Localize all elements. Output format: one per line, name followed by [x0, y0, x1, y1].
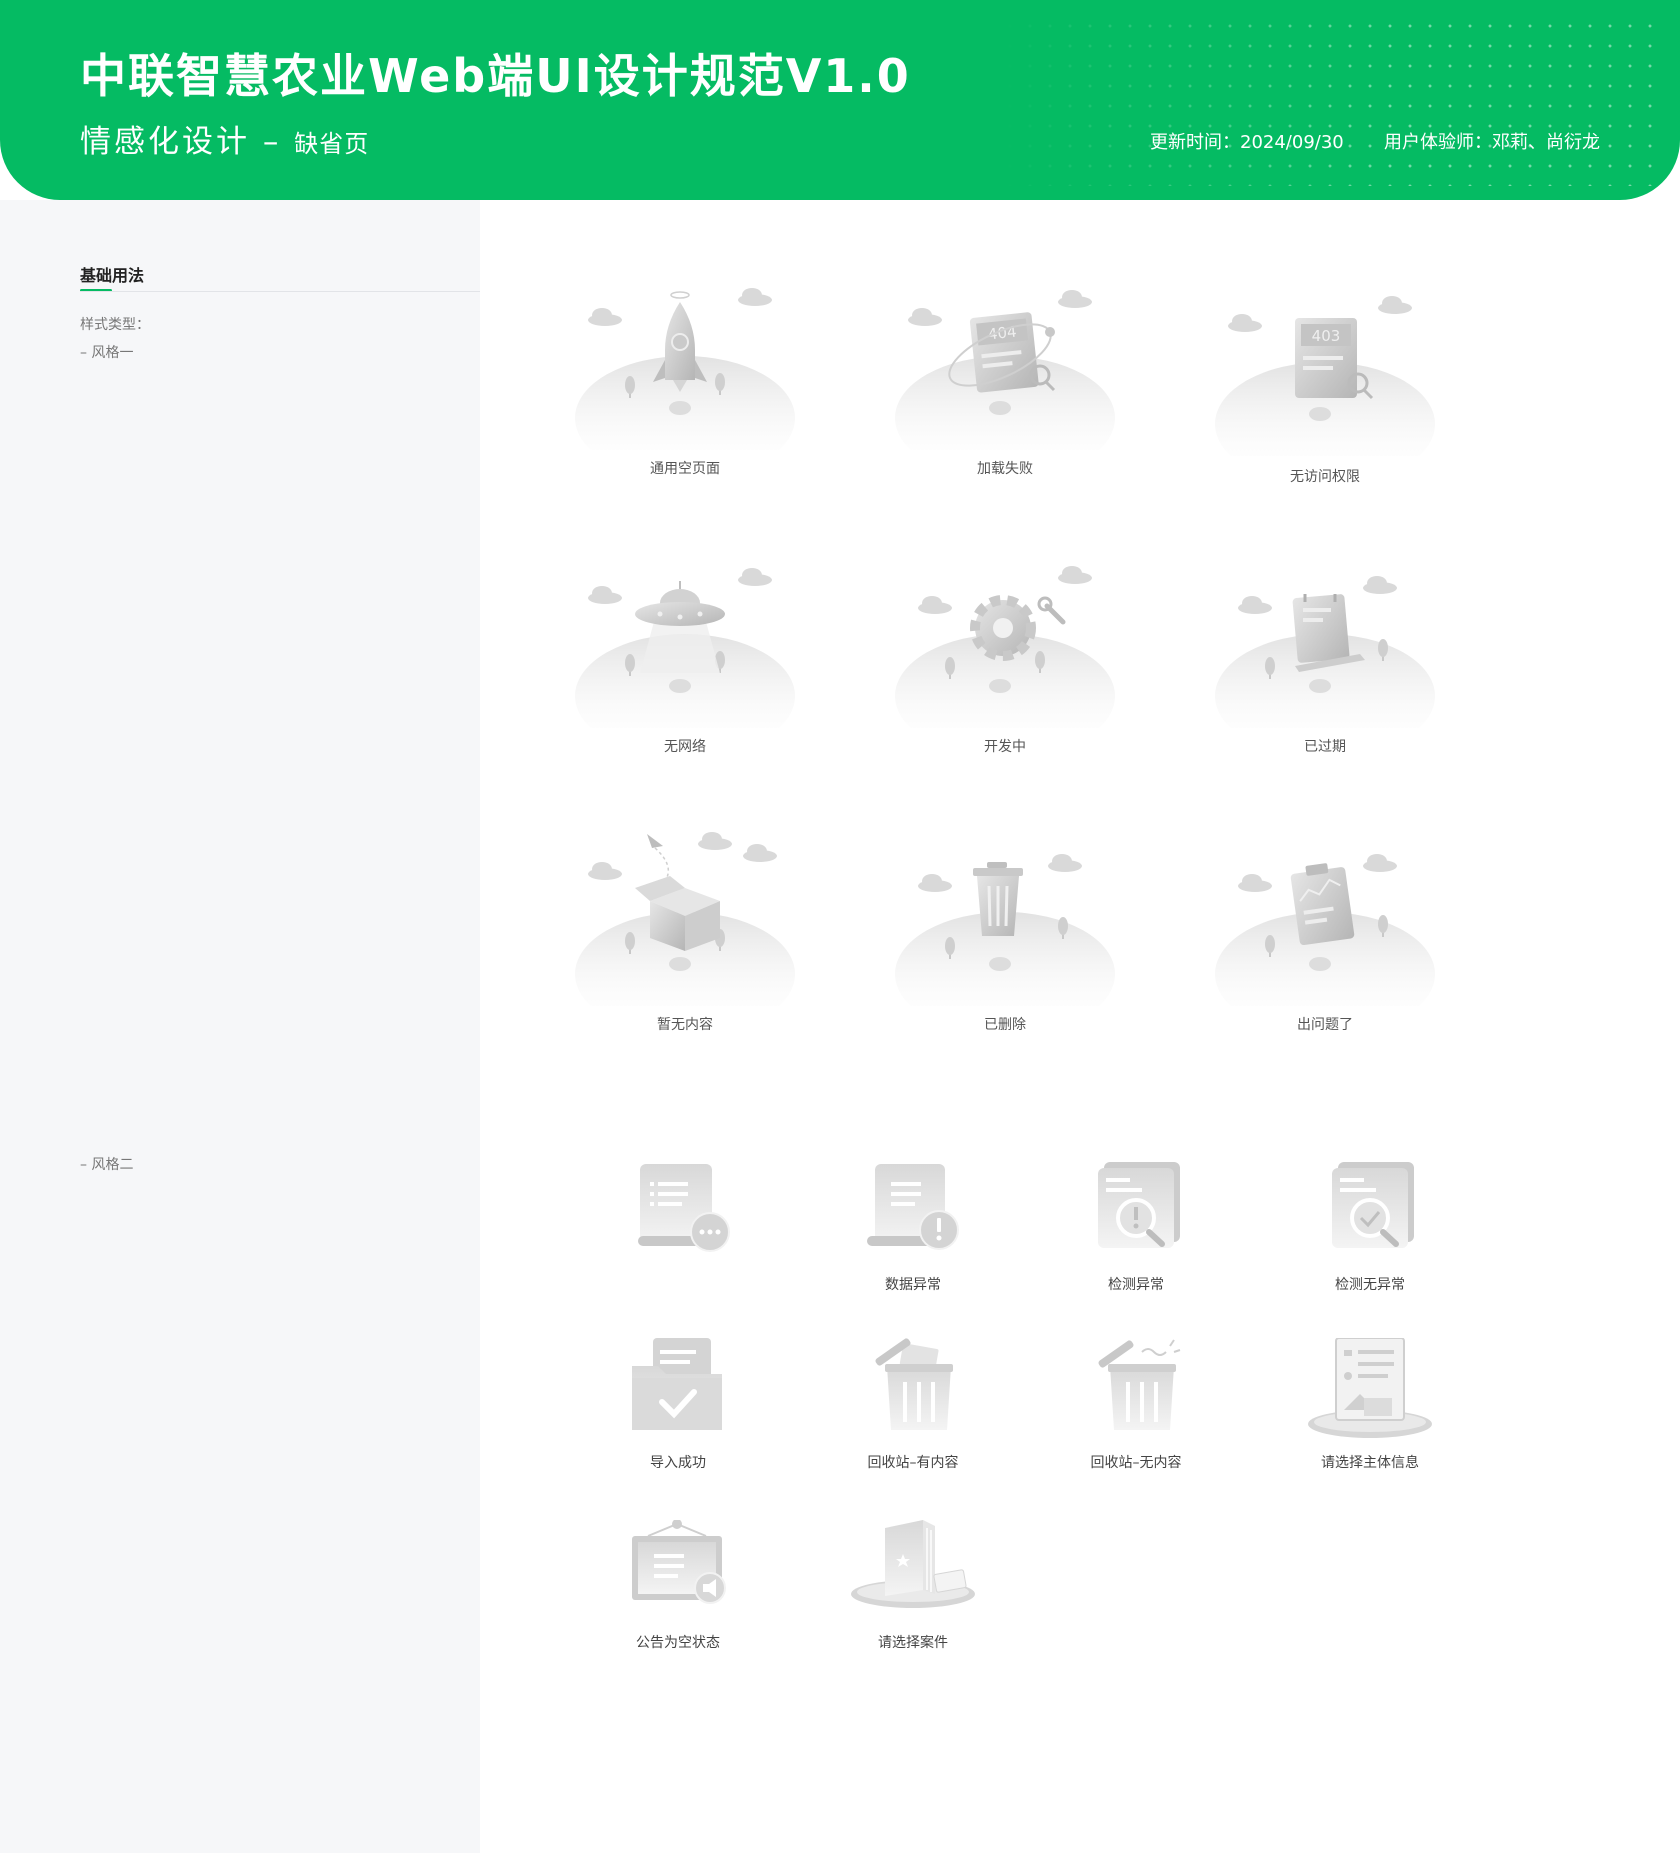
empty-state-recycle-full: 回收站–有内容: [823, 1338, 1003, 1508]
error-403-icon: 403: [1215, 296, 1435, 456]
scroll-warning-icon: [867, 1164, 959, 1250]
calendar-expired-icon: [1215, 576, 1435, 728]
empty-state-no-network: 无网络: [555, 548, 815, 778]
empty-state-inspect-error: 检测异常: [1046, 1160, 1226, 1330]
inspect-warning-icon: [1098, 1162, 1180, 1248]
label-data-error: 数据异常: [885, 1277, 941, 1293]
label-select-subject: 请选择主体信息: [1321, 1455, 1419, 1471]
label-no-network: 无网络: [664, 739, 706, 755]
empty-state-in-development: 开发中: [875, 548, 1135, 778]
subtitle-secondary: 缺省页: [294, 130, 370, 158]
profile-document-icon: [1308, 1338, 1432, 1438]
label-deleted: 已删除: [984, 1017, 1026, 1033]
empty-state-no-content: 暂无内容: [555, 826, 815, 1056]
badge-404: 404: [987, 323, 1017, 344]
empty-state-notice-empty: 公告为空状态: [588, 1520, 768, 1690]
label-no-content: 暂无内容: [657, 1017, 713, 1033]
rocket-icon: [575, 288, 795, 450]
folder-check-icon: [632, 1338, 722, 1430]
label-notice-empty: 公告为空状态: [636, 1635, 720, 1651]
empty-state-import-success: 导入成功: [588, 1338, 768, 1508]
open-box-icon: [575, 832, 795, 1006]
scroll-more-icon: [638, 1164, 730, 1252]
empty-state-deleted: 已删除: [875, 826, 1135, 1056]
label-in-development: 开发中: [984, 739, 1026, 755]
badge-403: 403: [1312, 327, 1341, 345]
empty-state-inspect-ok: 检测无异常: [1280, 1160, 1460, 1330]
divider: [80, 291, 480, 292]
section-title-basic-usage[interactable]: 基础用法: [80, 262, 144, 286]
sidebar: 基础用法 样式类型： – 风格一 – 风格二: [0, 200, 480, 1853]
label-general-empty: 通用空页面: [650, 461, 720, 477]
subtitle-main: 情感化设计 –: [80, 124, 282, 160]
empty-state-general: 通用空页面: [555, 270, 815, 500]
trash-can-icon: [895, 854, 1115, 1006]
label-load-failed: 加载失败: [977, 461, 1033, 477]
style-type-label: 样式类型：: [80, 317, 150, 333]
empty-state-select-subject: 请选择主体信息: [1280, 1338, 1460, 1508]
empty-state-data-error: 数据异常: [823, 1160, 1003, 1330]
empty-state-recycle-empty: 回收站–无内容: [1046, 1338, 1226, 1508]
error-404-icon: 404: [895, 290, 1115, 450]
update-time: 更新时间：2024/09/30: [1150, 132, 1344, 153]
label-error: 出问题了: [1297, 1017, 1353, 1033]
label-recycle-empty: 回收站–无内容: [1090, 1455, 1182, 1471]
ufo-icon: [575, 568, 795, 728]
style-one-label: – 风格一: [80, 345, 134, 361]
label-expired: 已过期: [1304, 739, 1346, 755]
notice-board-icon: [632, 1520, 726, 1604]
empty-state-error: 出问题了: [1195, 826, 1455, 1056]
label-import-success: 导入成功: [650, 1455, 706, 1471]
empty-state-style2-more: [592, 1160, 772, 1330]
recycle-bin-full-icon: [875, 1338, 953, 1430]
page-header: 中联智慧农业Web端UI设计规范V1.0 情感化设计 – 缺省页 更新时间：20…: [0, 0, 1680, 200]
style-two-label: – 风格二: [80, 1157, 134, 1173]
page-subtitle: 情感化设计 – 缺省页: [80, 116, 369, 161]
dot-pattern-decoration: [1000, 16, 1660, 186]
label-select-case: 请选择案件: [878, 1635, 948, 1651]
gear-wrench-icon: [895, 566, 1115, 728]
empty-state-no-permission: 403 无访问权限: [1195, 276, 1455, 506]
recycle-bin-empty-icon: [1098, 1339, 1181, 1430]
empty-state-expired: 已过期: [1195, 548, 1455, 778]
label-no-permission: 无访问权限: [1290, 469, 1360, 485]
inspect-ok-icon: [1332, 1162, 1414, 1248]
label-recycle-full: 回收站–有内容: [867, 1455, 959, 1471]
clipboard-chart-icon: [1215, 854, 1435, 1006]
label-inspect-ok: 检测无异常: [1335, 1277, 1405, 1293]
empty-state-load-failed: 404 加载失败: [875, 270, 1135, 500]
label-inspect-error: 检测异常: [1108, 1277, 1164, 1293]
designers: 用户体验师：邓莉、尚衍龙: [1384, 132, 1600, 153]
page-title: 中联智慧农业Web端UI设计规范V1.0: [80, 49, 911, 103]
empty-state-select-case: 请选择案件: [823, 1520, 1003, 1690]
case-file-book-icon: [851, 1520, 975, 1608]
